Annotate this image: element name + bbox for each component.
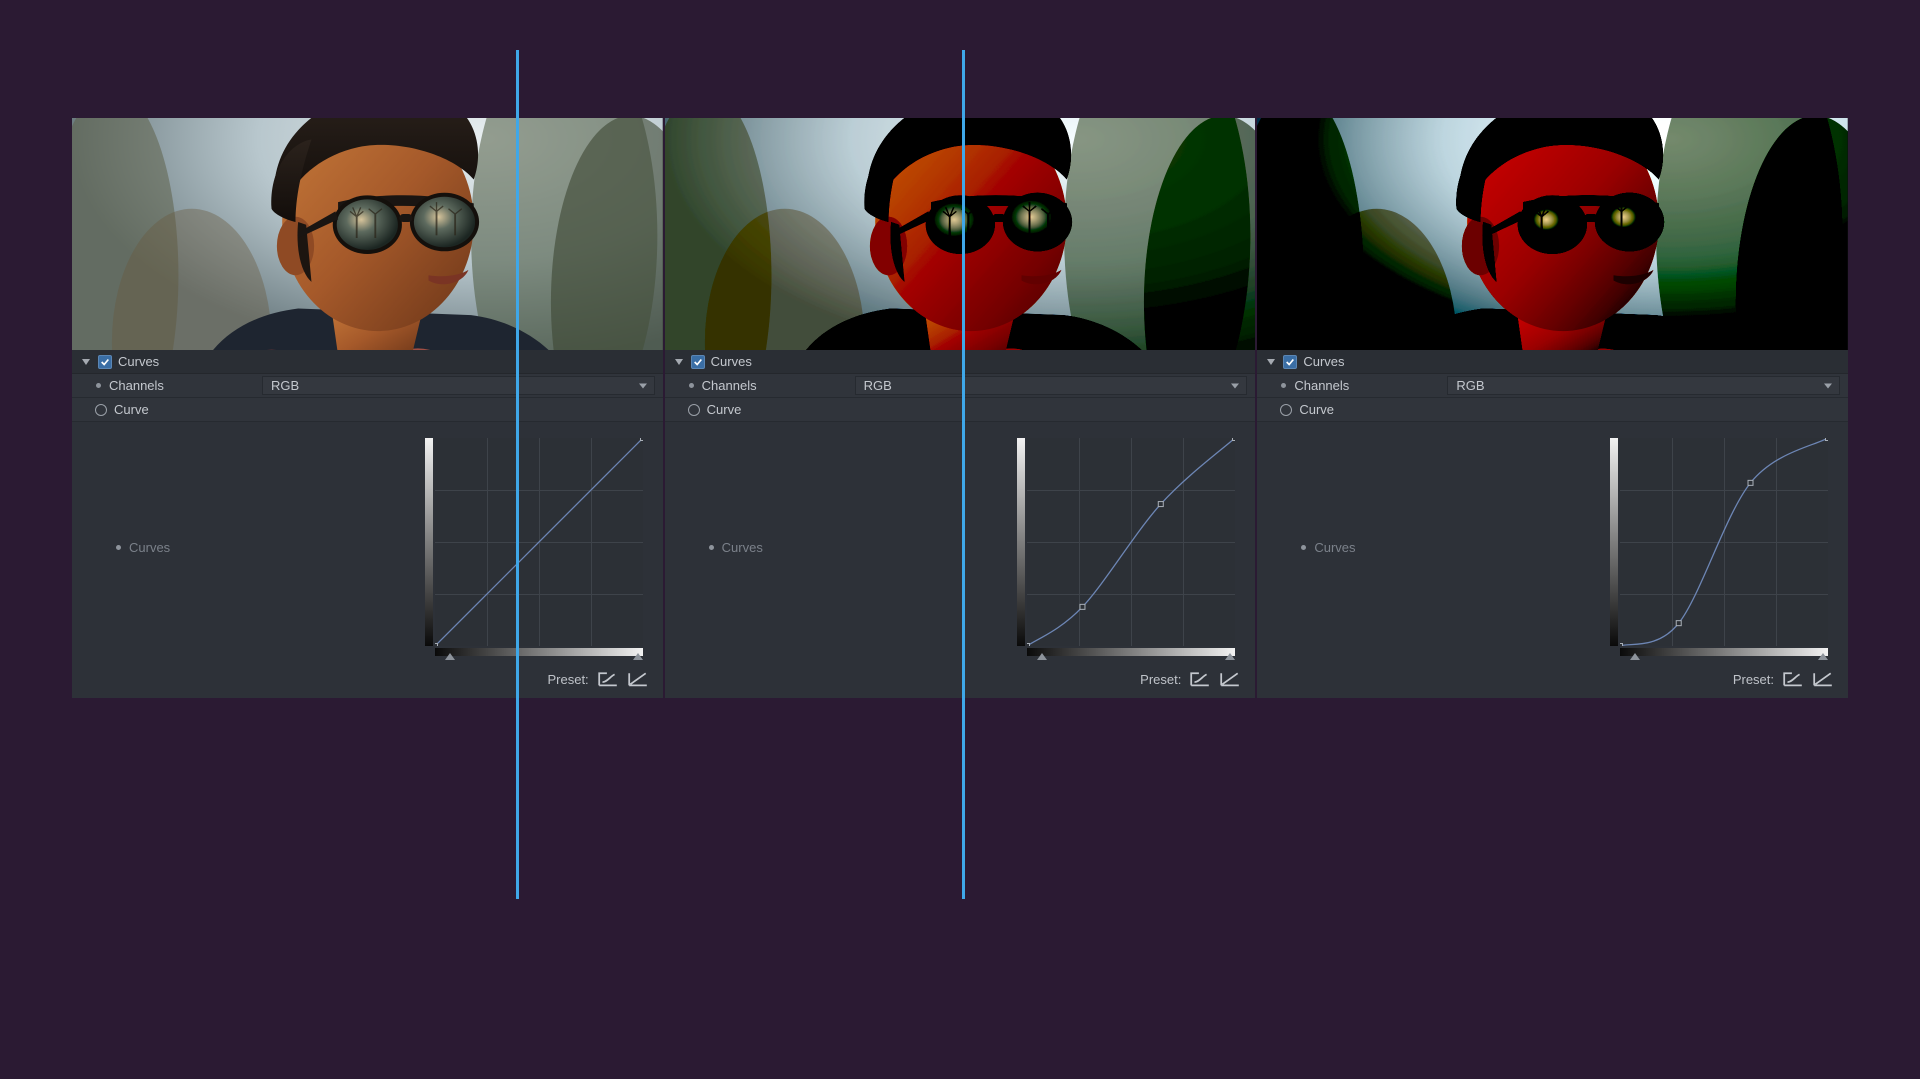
curves-panel: Curves Channels RGB Curve Curves	[665, 118, 1256, 698]
keyframe-dot-icon[interactable]	[96, 383, 101, 388]
curve-line[interactable]	[435, 438, 643, 646]
channels-value: RGB	[271, 378, 299, 393]
preset-row: Preset:	[665, 664, 1256, 698]
curves-header-row[interactable]: Curves	[665, 350, 1256, 374]
black-point-handle[interactable]	[1037, 653, 1047, 660]
vertical-gradient-bar	[1017, 438, 1025, 646]
image-preview	[72, 118, 663, 350]
preset-linear-icon[interactable]	[1219, 670, 1241, 688]
curve-label: Curve	[707, 402, 742, 417]
preset-label: Preset:	[1140, 672, 1181, 687]
enable-checkbox[interactable]	[1283, 355, 1297, 369]
preset-label: Preset:	[547, 672, 588, 687]
disclosure-triangle-icon[interactable]	[1265, 356, 1277, 368]
image-preview	[665, 118, 1256, 350]
channels-label: Channels	[1294, 378, 1349, 393]
curve-row: Curve	[72, 398, 663, 422]
divider-1	[516, 50, 519, 899]
effect-title: Curves	[118, 354, 159, 369]
preset-save-icon[interactable]	[597, 670, 619, 688]
preset-row: Preset:	[72, 664, 663, 698]
curves-header-row[interactable]: Curves	[1257, 350, 1848, 374]
effect-title: Curves	[711, 354, 752, 369]
chevron-down-icon	[1823, 378, 1833, 393]
keyframe-dot-icon[interactable]	[709, 545, 714, 550]
channels-row: Channels RGB	[1257, 374, 1848, 398]
channels-row: Channels RGB	[72, 374, 663, 398]
preset-row: Preset:	[1257, 664, 1848, 698]
curve-area: Curves	[665, 422, 1256, 664]
curve-graph[interactable]	[421, 434, 647, 660]
channels-dropdown[interactable]: RGB	[1447, 376, 1840, 395]
enable-checkbox[interactable]	[691, 355, 705, 369]
curve-area: Curves	[1257, 422, 1848, 664]
preset-save-icon[interactable]	[1782, 670, 1804, 688]
horizontal-gradient-bar	[435, 648, 643, 656]
preset-linear-icon[interactable]	[627, 670, 649, 688]
white-point-handle[interactable]	[1225, 653, 1235, 660]
preset-linear-icon[interactable]	[1812, 670, 1834, 688]
curves-side-label: Curves	[722, 540, 763, 555]
keyframe-dot-icon[interactable]	[116, 545, 121, 550]
keyframe-dot-icon[interactable]	[1301, 545, 1306, 550]
channels-dropdown[interactable]: RGB	[855, 376, 1248, 395]
curve-label: Curve	[1299, 402, 1334, 417]
keyframe-ring-icon[interactable]	[1280, 404, 1292, 416]
channels-label: Channels	[702, 378, 757, 393]
curves-side-label: Curves	[1314, 540, 1355, 555]
curve-graph[interactable]	[1013, 434, 1239, 660]
effect-title: Curves	[1303, 354, 1344, 369]
curve-side: Curves	[679, 434, 839, 660]
curve-row: Curve	[665, 398, 1256, 422]
channels-value: RGB	[1456, 378, 1484, 393]
keyframe-ring-icon[interactable]	[95, 404, 107, 416]
curve-row: Curve	[1257, 398, 1848, 422]
curve-area: Curves	[72, 422, 663, 664]
divider-2	[962, 50, 965, 899]
channels-row: Channels RGB	[665, 374, 1256, 398]
comparison-stage: Curves Channels RGB Curve Curves	[72, 118, 1848, 698]
curve-line[interactable]	[1027, 438, 1235, 646]
horizontal-gradient-bar	[1620, 648, 1828, 656]
channels-value: RGB	[864, 378, 892, 393]
preset-label: Preset:	[1733, 672, 1774, 687]
white-point-handle[interactable]	[633, 653, 643, 660]
white-point-handle[interactable]	[1818, 653, 1828, 660]
curve-side: Curves	[1271, 434, 1431, 660]
curves-controls: Curves Channels RGB Curve Curves	[1257, 350, 1848, 698]
enable-checkbox[interactable]	[98, 355, 112, 369]
disclosure-triangle-icon[interactable]	[80, 356, 92, 368]
vertical-gradient-bar	[425, 438, 433, 646]
keyframe-ring-icon[interactable]	[688, 404, 700, 416]
curve-label: Curve	[114, 402, 149, 417]
preset-save-icon[interactable]	[1189, 670, 1211, 688]
curves-controls: Curves Channels RGB Curve Curves	[665, 350, 1256, 698]
chevron-down-icon	[638, 378, 648, 393]
keyframe-dot-icon[interactable]	[689, 383, 694, 388]
curve-line[interactable]	[1620, 438, 1828, 646]
disclosure-triangle-icon[interactable]	[673, 356, 685, 368]
curves-controls: Curves Channels RGB Curve Curves	[72, 350, 663, 698]
curve-side: Curves	[86, 434, 246, 660]
black-point-handle[interactable]	[1630, 653, 1640, 660]
channels-dropdown[interactable]: RGB	[262, 376, 655, 395]
curves-header-row[interactable]: Curves	[72, 350, 663, 374]
curves-panel: Curves Channels RGB Curve Curves	[1257, 118, 1848, 698]
curve-graph[interactable]	[1606, 434, 1832, 660]
image-preview	[1257, 118, 1848, 350]
chevron-down-icon	[1230, 378, 1240, 393]
channels-label: Channels	[109, 378, 164, 393]
horizontal-gradient-bar	[1027, 648, 1235, 656]
curves-side-label: Curves	[129, 540, 170, 555]
curves-panel: Curves Channels RGB Curve Curves	[72, 118, 663, 698]
keyframe-dot-icon[interactable]	[1281, 383, 1286, 388]
black-point-handle[interactable]	[445, 653, 455, 660]
vertical-gradient-bar	[1610, 438, 1618, 646]
